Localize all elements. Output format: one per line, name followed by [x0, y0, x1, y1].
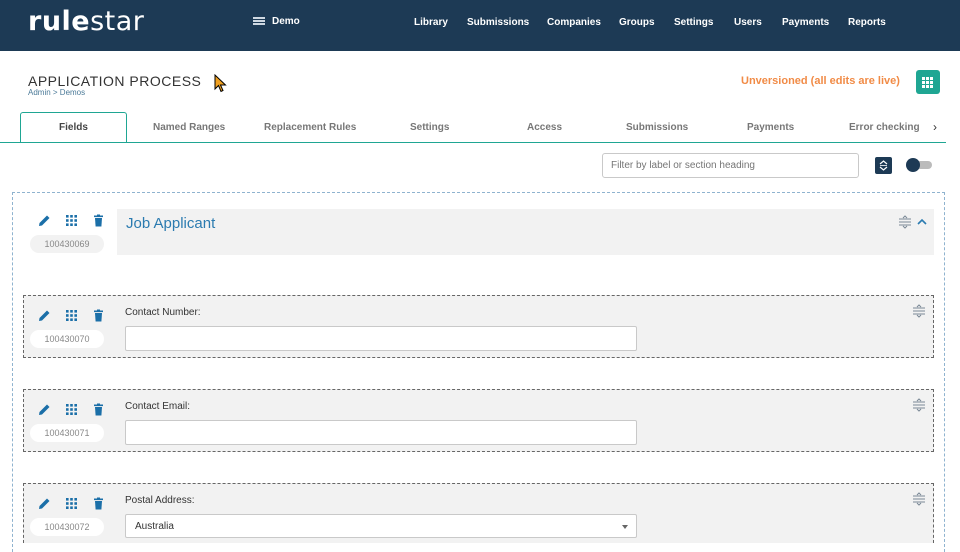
field-tools — [38, 309, 105, 322]
rulestar-logo[interactable]: rulestar — [28, 6, 144, 37]
tab-payments[interactable]: Payments — [747, 122, 794, 133]
mouse-cursor-icon — [214, 74, 227, 93]
section-title: Job Applicant — [126, 215, 216, 232]
nav-reports[interactable]: Reports — [848, 17, 886, 28]
nav-payments[interactable]: Payments — [782, 17, 829, 28]
chevron-down-icon — [622, 525, 628, 529]
reorder-icon[interactable] — [898, 215, 912, 229]
section-header[interactable] — [117, 209, 934, 255]
pencil-icon[interactable] — [38, 497, 51, 510]
nav-library[interactable]: Library — [414, 17, 448, 28]
section-controls — [898, 215, 927, 229]
tab-fields[interactable]: Fields — [59, 122, 88, 133]
nav-groups[interactable]: Groups — [619, 17, 655, 28]
field-tools — [38, 403, 105, 416]
nav-companies[interactable]: Companies — [547, 17, 601, 28]
reorder-icon[interactable] — [912, 398, 926, 412]
tab-access[interactable]: Access — [527, 122, 562, 133]
trash-icon[interactable] — [92, 403, 105, 416]
breadcrumb[interactable]: Admin > Demos — [28, 88, 85, 97]
top-navbar: rulestar Demo Library Submissions Compan… — [0, 0, 960, 51]
nav-users[interactable]: Users — [734, 17, 762, 28]
reorder-icon[interactable] — [912, 304, 926, 318]
tabs-scroll-right-icon[interactable]: › — [933, 120, 937, 134]
pencil-icon[interactable] — [38, 214, 51, 227]
tab-submissions[interactable]: Submissions — [626, 122, 688, 133]
grid-drag-icon[interactable] — [65, 497, 78, 510]
reorder-icon[interactable] — [912, 492, 926, 506]
pencil-icon[interactable] — [38, 309, 51, 322]
field-label: Postal Address: — [125, 495, 195, 506]
postal-address-select[interactable]: Australia — [125, 514, 637, 538]
field-tools — [38, 497, 105, 510]
section-id-badge: 100430069 — [30, 235, 104, 253]
grid-drag-icon[interactable] — [65, 309, 78, 322]
tabs-divider — [0, 142, 946, 143]
expand-toggle[interactable] — [906, 158, 932, 172]
field-id-badge: 100430070 — [30, 330, 104, 348]
section-tools — [38, 214, 105, 227]
trash-icon[interactable] — [92, 214, 105, 227]
trash-icon[interactable] — [92, 497, 105, 510]
field-label: Contact Number: — [125, 307, 201, 318]
toggle-knob — [906, 158, 920, 172]
version-status: Unversioned (all edits are live) — [741, 75, 900, 87]
select-value: Australia — [135, 521, 174, 532]
sort-arrows-icon[interactable] — [875, 157, 892, 174]
field-id-badge: 100430071 — [30, 424, 104, 442]
trash-icon[interactable] — [92, 309, 105, 322]
tab-settings[interactable]: Settings — [410, 122, 449, 133]
contact-number-input[interactable] — [125, 326, 637, 351]
nav-settings[interactable]: Settings — [674, 17, 713, 28]
tab-error-checking[interactable]: Error checking — [849, 122, 920, 133]
grid-drag-icon[interactable] — [65, 403, 78, 416]
contact-email-input[interactable] — [125, 420, 637, 445]
workspace-label: Demo — [272, 16, 300, 27]
page-title: APPLICATION PROCESS — [28, 73, 202, 89]
workspace-selector[interactable]: Demo — [253, 16, 300, 27]
nav-submissions[interactable]: Submissions — [467, 17, 529, 28]
tab-named-ranges[interactable]: Named Ranges — [153, 122, 225, 133]
server-icon — [253, 16, 265, 27]
chevron-up-icon[interactable] — [917, 218, 927, 226]
field-label: Contact Email: — [125, 401, 191, 412]
filter-input[interactable] — [602, 153, 859, 178]
pencil-icon[interactable] — [38, 403, 51, 416]
tab-replacement-rules[interactable]: Replacement Rules — [264, 122, 356, 133]
grid-menu-button[interactable] — [916, 70, 940, 94]
field-id-badge: 100430072 — [30, 518, 104, 536]
grid-drag-icon[interactable] — [65, 214, 78, 227]
